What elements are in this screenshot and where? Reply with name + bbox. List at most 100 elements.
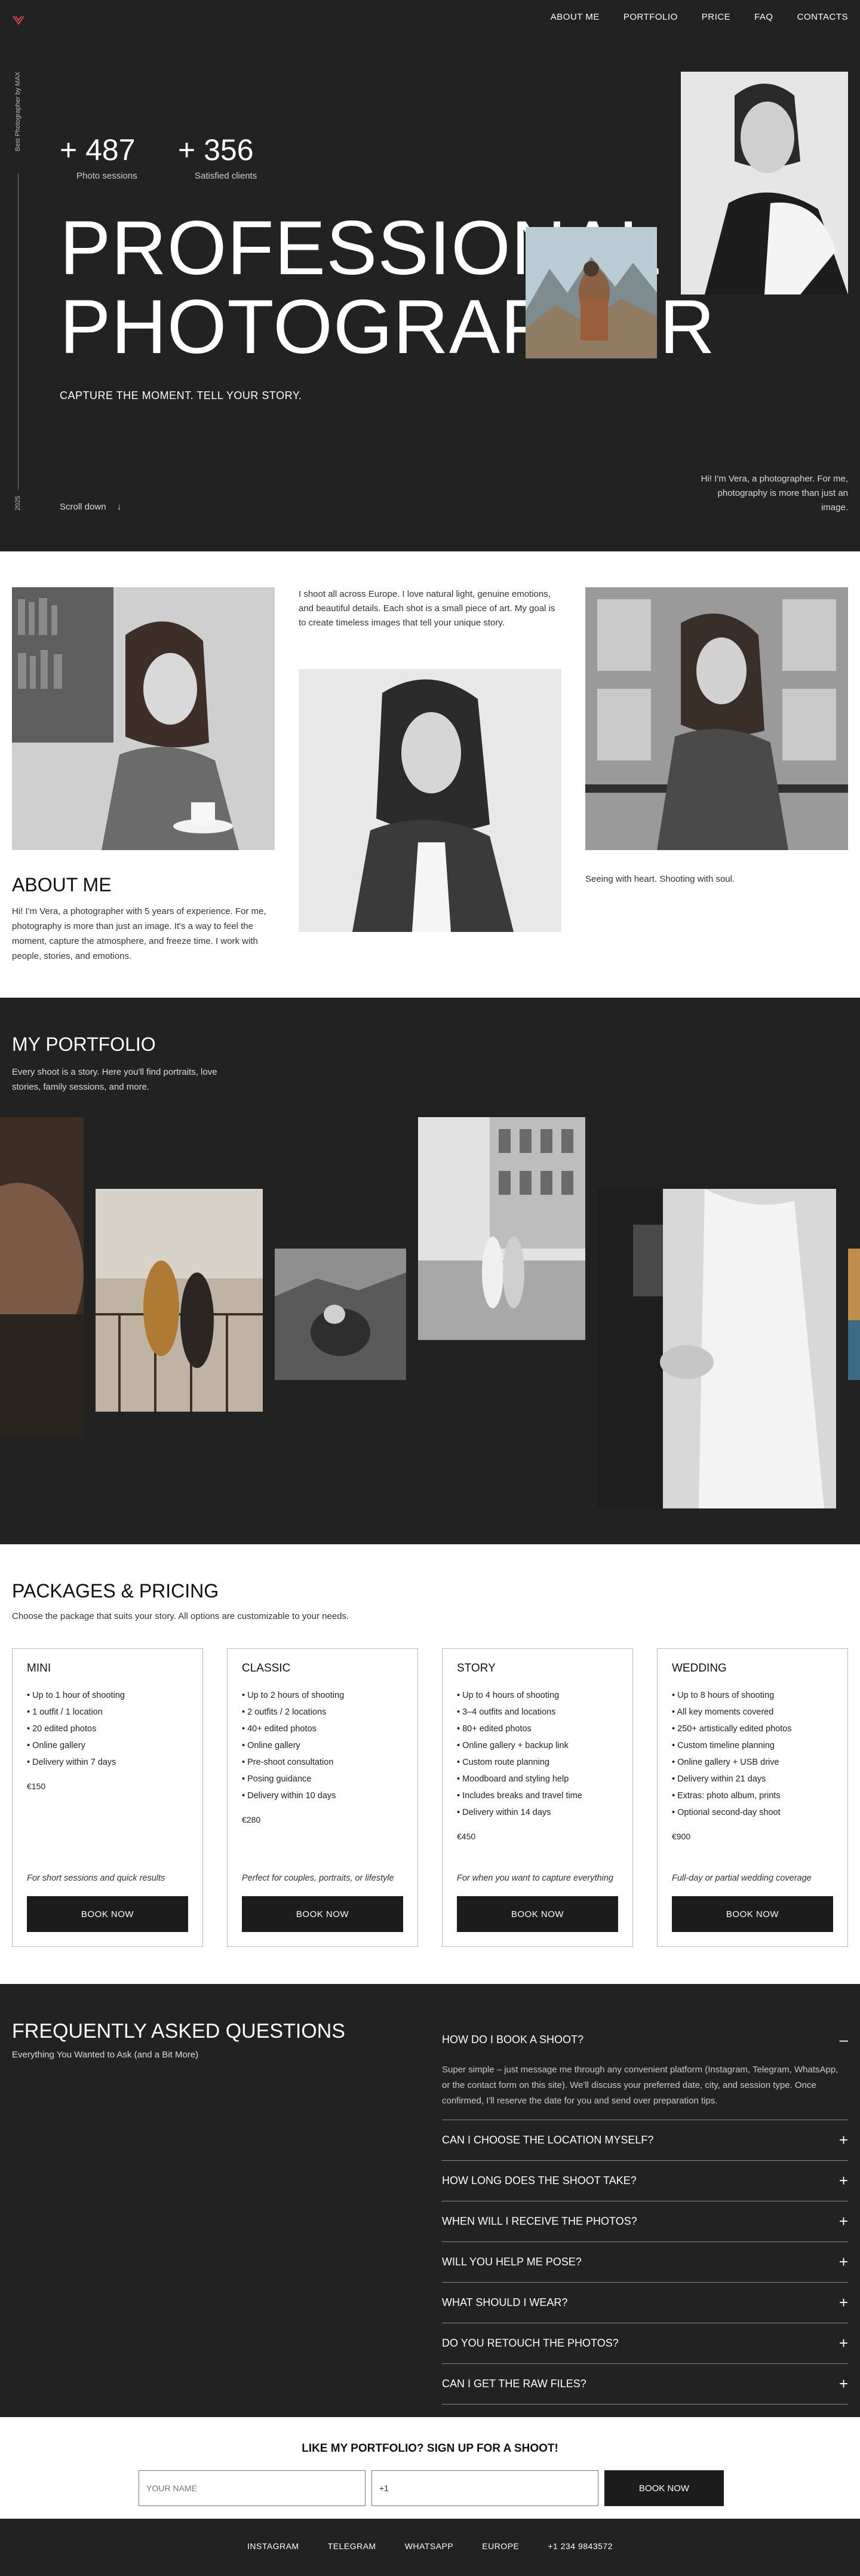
expand-icon[interactable]: + bbox=[839, 2131, 848, 2149]
book-now-button[interactable]: BOOK NOW bbox=[457, 1896, 618, 1932]
faq-item[interactable]: HOW LONG DOES THE SHOOT TAKE? + bbox=[442, 2161, 848, 2201]
feature-item: 20 edited photos bbox=[27, 1721, 188, 1737]
package-name: WEDDING bbox=[672, 1662, 727, 1675]
faq-item[interactable]: WILL YOU HELP ME POSE? + bbox=[442, 2242, 848, 2283]
feature-item: Includes breaks and travel time bbox=[457, 1787, 618, 1804]
footer-location: EUROPE bbox=[482, 2541, 520, 2551]
portfolio-photo-4[interactable] bbox=[418, 1117, 585, 1340]
nav-price[interactable]: PRICE bbox=[702, 12, 730, 22]
book-now-button[interactable]: BOOK NOW bbox=[672, 1896, 833, 1932]
faq-item[interactable]: DO YOU RETOUCH THE PHOTOS? + bbox=[442, 2323, 848, 2364]
faq-item[interactable]: CAN I GET THE RAW FILES? + bbox=[442, 2364, 848, 2405]
about-tagline: Seeing with heart. Shooting with soul. bbox=[585, 874, 735, 884]
expand-icon[interactable]: + bbox=[839, 2334, 848, 2353]
footer-link-whatsapp[interactable]: WHATSAPP bbox=[405, 2541, 454, 2551]
package-price: €900 bbox=[672, 1832, 691, 1841]
faq-question: WHEN WILL I RECEIVE THE PHOTOS? bbox=[442, 2215, 637, 2227]
faq-item[interactable]: WHEN WILL I RECEIVE THE PHOTOS? + bbox=[442, 2201, 848, 2242]
side-label: Best Photographer by MAX bbox=[14, 72, 22, 152]
expand-icon[interactable]: + bbox=[839, 2375, 848, 2393]
feature-item: 80+ edited photos bbox=[457, 1721, 618, 1737]
faq-item[interactable]: CAN I CHOOSE THE LOCATION MYSELF? + bbox=[442, 2120, 848, 2161]
about-description: Hi! I'm Vera, a photographer with 5 year… bbox=[12, 906, 266, 961]
footer-links: INSTAGRAM TELEGRAM WHATSAPP EUROPE +1 23… bbox=[0, 2541, 860, 2551]
logo-icon[interactable] bbox=[12, 13, 25, 26]
package-card-story: STORY Up to 4 hours of shooting 3–4 outf… bbox=[442, 1648, 633, 1947]
feature-item: 1 outfit / 1 location bbox=[27, 1704, 188, 1721]
faq-item[interactable]: WHAT SHOULD I WEAR? + bbox=[442, 2283, 848, 2323]
feature-item: Up to 8 hours of shooting bbox=[672, 1687, 833, 1704]
stat-value: + 487 bbox=[60, 133, 136, 167]
feature-item: Delivery within 21 days bbox=[672, 1771, 833, 1787]
pricing-section: PACKAGES & PRICING Choose the package th… bbox=[0, 1544, 860, 1984]
footer-phone[interactable]: +1 234 9843572 bbox=[548, 2541, 613, 2551]
package-name: MINI bbox=[27, 1662, 51, 1675]
expand-icon[interactable]: + bbox=[839, 2253, 848, 2271]
portfolio-photo-2[interactable] bbox=[96, 1189, 263, 1412]
stat-label: Satisfied clients bbox=[195, 171, 257, 181]
nav-about[interactable]: ABOUT ME bbox=[551, 12, 600, 22]
expand-icon[interactable]: + bbox=[839, 2212, 848, 2231]
signup-form: BOOK NOW bbox=[139, 2470, 724, 2506]
portfolio-section: MY PORTFOLIO Every shoot is a story. Her… bbox=[0, 998, 860, 1544]
signup-book-button[interactable]: BOOK NOW bbox=[604, 2470, 724, 2506]
package-name: CLASSIC bbox=[242, 1662, 291, 1675]
feature-item: 250+ artistically edited photos bbox=[672, 1721, 833, 1737]
expand-icon[interactable]: + bbox=[839, 2293, 848, 2312]
faq-question: CAN I GET THE RAW FILES? bbox=[442, 2378, 586, 2390]
stat-label: Photo sessions bbox=[76, 171, 137, 181]
nav-portfolio[interactable]: PORTFOLIO bbox=[624, 12, 678, 22]
pricing-title: PACKAGES & PRICING bbox=[12, 1580, 219, 1602]
portfolio-photo-5[interactable] bbox=[597, 1189, 836, 1508]
faq-question: WILL YOU HELP ME POSE? bbox=[442, 2256, 582, 2268]
feature-item: Custom timeline planning bbox=[672, 1737, 833, 1754]
scroll-down-link[interactable]: Scroll down ↓ bbox=[60, 502, 121, 512]
faq-question: WHAT SHOULD I WEAR? bbox=[442, 2296, 568, 2308]
nav-faq[interactable]: FAQ bbox=[754, 12, 773, 22]
package-card-mini: MINI Up to 1 hour of shooting 1 outfit /… bbox=[12, 1648, 203, 1947]
portfolio-photo-6[interactable] bbox=[848, 1249, 860, 1380]
feature-item: Extras: photo album, prints bbox=[672, 1787, 833, 1804]
about-section: I shoot all across Europe. I love natura… bbox=[0, 551, 860, 998]
feature-item: All key moments covered bbox=[672, 1704, 833, 1721]
feature-item: Pre-shoot consultation bbox=[242, 1754, 403, 1771]
stat-sessions: + 487 Photo sessions bbox=[60, 133, 137, 181]
faq-item[interactable]: HOW DO I BOOK A SHOOT? – Super simple – j… bbox=[442, 2020, 848, 2120]
phone-input[interactable] bbox=[371, 2470, 598, 2506]
faq-section: FREQUENTLY ASKED QUESTIONS Everything Yo… bbox=[0, 1984, 860, 2417]
feature-item: Up to 4 hours of shooting bbox=[457, 1687, 618, 1704]
feature-item: 2 outfits / 2 locations bbox=[242, 1704, 403, 1721]
feature-item: 3–4 outfits and locations bbox=[457, 1704, 618, 1721]
collapse-icon[interactable]: – bbox=[840, 2031, 848, 2049]
footer-link-telegram[interactable]: TELEGRAM bbox=[328, 2541, 376, 2551]
nav-contacts[interactable]: CONTACTS bbox=[797, 12, 848, 22]
feature-item: Up to 2 hours of shooting bbox=[242, 1687, 403, 1704]
feature-item: Optional second-day shoot bbox=[672, 1804, 833, 1821]
signup-title: LIKE MY PORTFOLIO? SIGN UP FOR A SHOOT! bbox=[302, 2442, 558, 2455]
portfolio-photo-3[interactable] bbox=[275, 1249, 406, 1380]
feature-item: Online gallery bbox=[242, 1737, 403, 1754]
about-intro-text: I shoot all across Europe. I love natura… bbox=[299, 589, 555, 628]
faq-question: HOW DO I BOOK A SHOOT? bbox=[442, 2034, 584, 2046]
side-year: 2025 bbox=[14, 496, 22, 511]
book-now-button[interactable]: BOOK NOW bbox=[242, 1896, 403, 1932]
name-input[interactable] bbox=[139, 2470, 366, 2506]
expand-icon[interactable]: + bbox=[839, 2172, 848, 2190]
arrow-down-icon: ↓ bbox=[116, 502, 122, 512]
book-now-button[interactable]: BOOK NOW bbox=[27, 1896, 188, 1932]
main-nav: ABOUT ME PORTFOLIO PRICE FAQ CONTACTS bbox=[551, 12, 848, 22]
faq-list: HOW DO I BOOK A SHOOT? – Super simple – j… bbox=[442, 2020, 848, 2405]
package-name: STORY bbox=[457, 1662, 496, 1675]
scroll-label: Scroll down bbox=[60, 502, 106, 512]
portfolio-photo-1[interactable] bbox=[0, 1117, 84, 1437]
footer-link-instagram[interactable]: INSTAGRAM bbox=[247, 2541, 299, 2551]
package-price: €450 bbox=[457, 1832, 476, 1841]
about-title: ABOUT ME bbox=[12, 874, 112, 896]
portfolio-title: MY PORTFOLIO bbox=[12, 1034, 156, 1055]
about-photo-center bbox=[299, 669, 561, 932]
feature-item: Online gallery + backup link bbox=[457, 1737, 618, 1754]
package-features: Up to 4 hours of shooting 3–4 outfits an… bbox=[457, 1687, 618, 1821]
signup-section: LIKE MY PORTFOLIO? SIGN UP FOR A SHOOT! … bbox=[0, 2417, 860, 2519]
hero-photo-portrait bbox=[681, 72, 848, 295]
package-price: €280 bbox=[242, 1815, 261, 1824]
